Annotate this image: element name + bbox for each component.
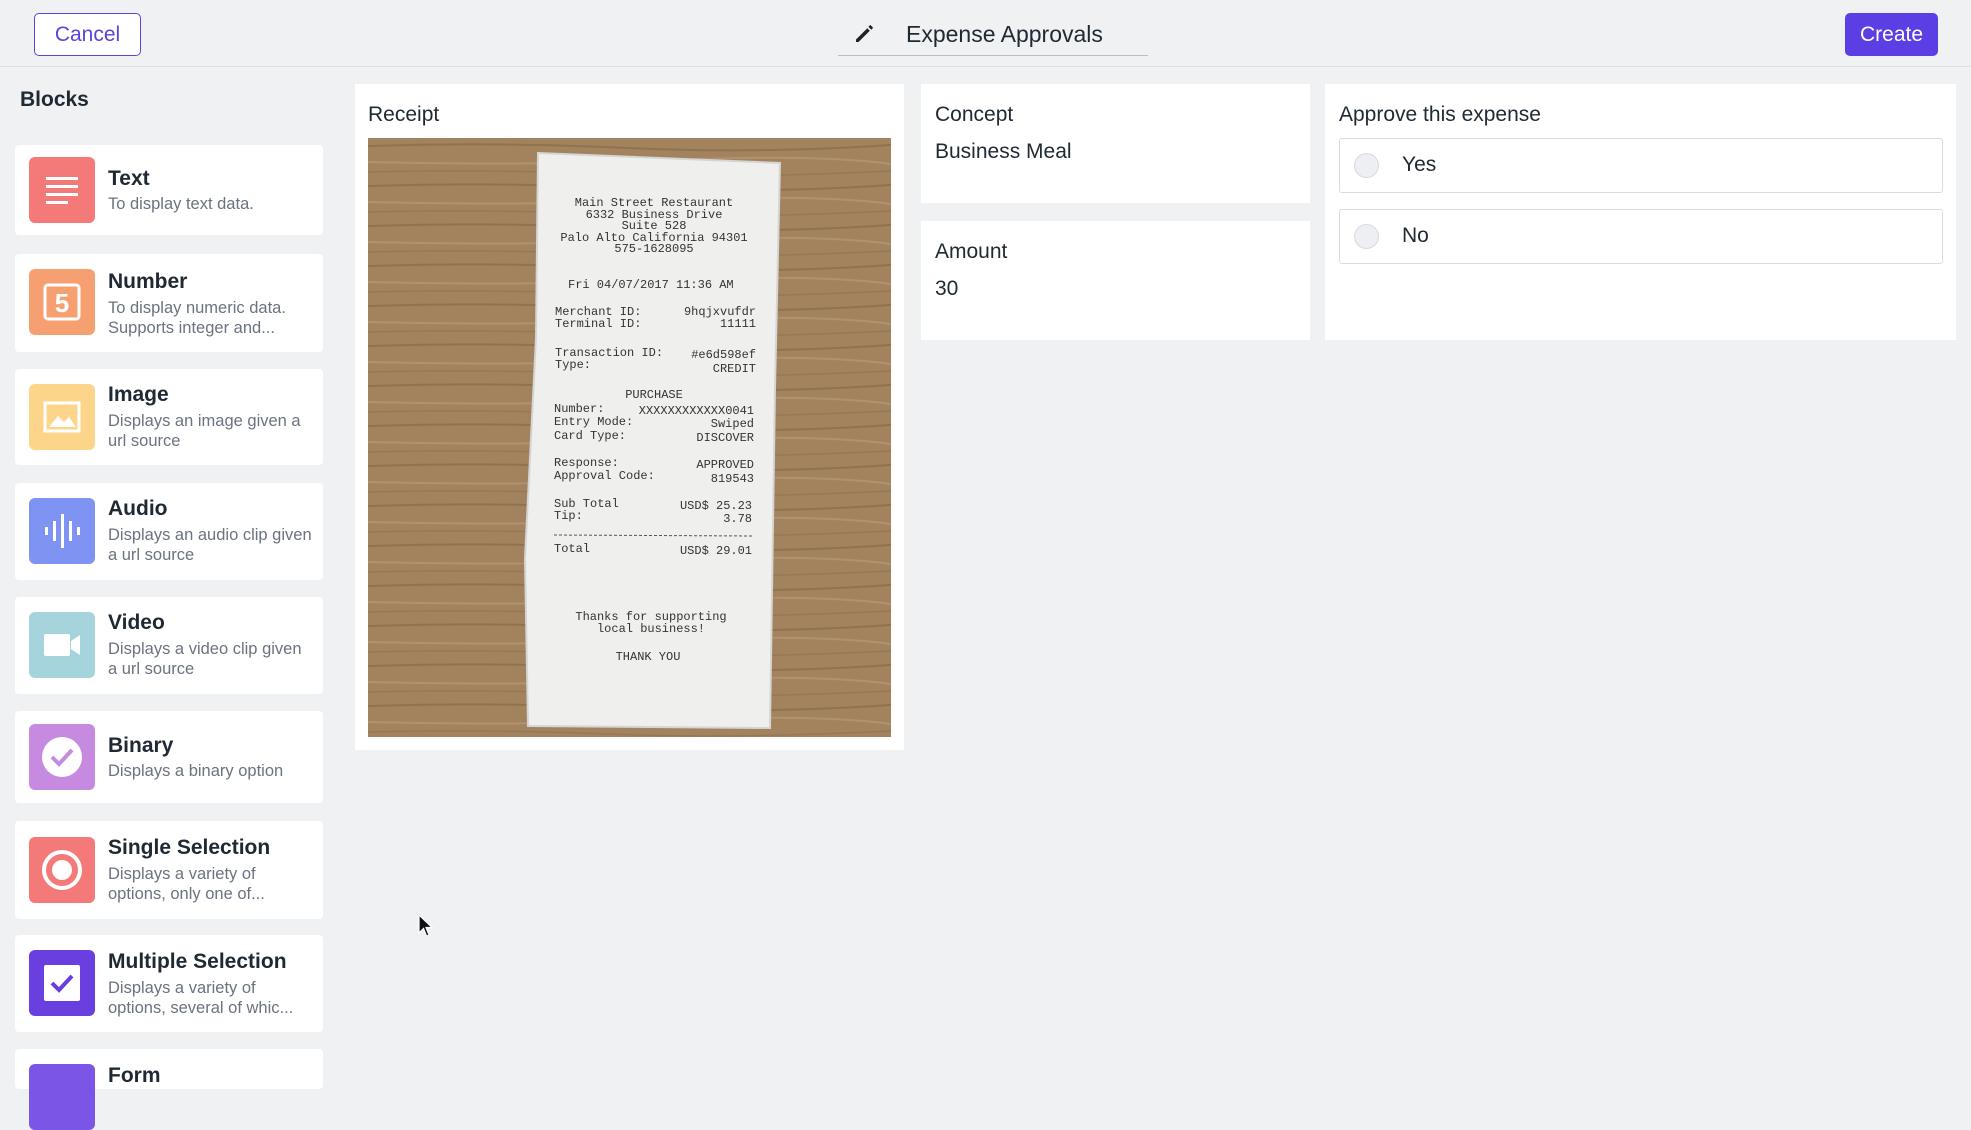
option-no[interactable]: No	[1339, 209, 1943, 264]
receipt-image: Main Street Restaurant 6332 Business Dri…	[368, 138, 891, 737]
block-name: Number	[108, 270, 188, 293]
block-audio[interactable]: Audio Displays an audio clip given a url…	[15, 483, 323, 580]
block-binary[interactable]: Binary Displays a binary option	[15, 711, 323, 803]
receipt-line: THANK YOU	[616, 650, 681, 664]
video-camera-icon	[29, 612, 95, 678]
amount-value: 30	[935, 277, 959, 300]
blocks-heading: Blocks	[20, 88, 89, 111]
form-icon	[29, 1064, 95, 1130]
receipt-line: PURCHASE	[625, 388, 683, 402]
receipt-line: Type:	[555, 358, 591, 372]
receipt-line: Total	[554, 542, 590, 556]
receipt-line: 819543	[711, 472, 754, 486]
amount-panel[interactable]	[921, 221, 1310, 340]
receipt-line: Swiped	[711, 417, 754, 431]
receipt-title: Receipt	[368, 103, 440, 126]
receipt-line: Entry Mode:	[554, 415, 633, 429]
block-number[interactable]: 5 Number To display numeric data. Suppor…	[15, 254, 323, 352]
block-description: Displays a variety of options, only one …	[108, 865, 265, 903]
block-name: Audio	[108, 497, 168, 520]
receipt-line: Terminal ID:	[555, 317, 641, 331]
block-description: To display numeric data. Supports intege…	[108, 299, 286, 337]
radio-button[interactable]	[1354, 224, 1379, 249]
receipt-line: #e6d598ef	[691, 348, 756, 362]
block-image[interactable]: Image Displays an image given a url sour…	[15, 369, 323, 465]
receipt-line: 11111	[720, 317, 756, 331]
approval-title: Approve this expense	[1339, 103, 1541, 126]
block-name: Form	[108, 1064, 161, 1087]
cancel-button[interactable]: Cancel	[34, 13, 141, 56]
receipt-line: APPROVED	[696, 458, 754, 472]
pencil-icon[interactable]	[852, 22, 876, 46]
block-description: To display text data.	[108, 195, 254, 213]
block-name: Video	[108, 611, 165, 634]
receipt-line: Response:	[554, 456, 619, 470]
create-button[interactable]: Create	[1845, 13, 1938, 56]
block-name: Image	[108, 383, 169, 406]
receipt-line: local business!	[597, 622, 705, 636]
svg-text:5: 5	[55, 288, 69, 318]
page-title[interactable]: Expense Approvals	[906, 21, 1103, 48]
option-label: No	[1402, 224, 1429, 247]
receipt-line: USD$ 29.01	[680, 544, 752, 558]
text-lines-icon	[29, 157, 95, 223]
audio-wave-icon	[29, 498, 95, 564]
receipt-line: CREDIT	[713, 362, 756, 376]
image-icon	[29, 384, 95, 450]
concept-title: Concept	[935, 103, 1014, 126]
concept-value: Business Meal	[935, 140, 1072, 163]
radio-button[interactable]	[1354, 153, 1379, 178]
block-description: Displays an image given a url source	[108, 412, 301, 450]
block-description: Displays a video clip given a url source	[108, 640, 302, 678]
receipt-line: USD$ 25.23	[680, 499, 752, 513]
block-single-selection[interactable]: Single Selection Displays a variety of o…	[15, 821, 323, 919]
option-label: Yes	[1402, 153, 1437, 176]
receipt-line: Tip:	[554, 509, 583, 523]
radio-icon	[29, 837, 95, 903]
receipt-line: 575-1628095	[614, 242, 693, 256]
block-description: Displays a variety of options, several o…	[108, 979, 294, 1017]
block-video[interactable]: Video Displays a video clip given a url …	[15, 597, 323, 694]
receipt-line: Fri 04/07/2017 11:36 AM	[568, 278, 734, 292]
receipt-line: Card Type:	[554, 429, 626, 443]
block-multiple-selection[interactable]: Multiple Selection Displays a variety of…	[15, 935, 323, 1032]
receipt-line: 3.78	[723, 512, 752, 526]
block-name: Binary	[108, 734, 174, 757]
block-name: Single Selection	[108, 836, 271, 859]
title-editor[interactable]: Expense Approvals	[838, 13, 1148, 56]
receipt-line: DISCOVER	[696, 431, 754, 445]
amount-title: Amount	[935, 240, 1008, 263]
block-description: Displays an audio clip given a url sourc…	[108, 526, 312, 564]
receipt-line: Approval Code:	[554, 469, 655, 483]
top-bar: Cancel Expense Approvals Create	[0, 0, 1971, 67]
receipt-line: Number:	[554, 402, 604, 416]
receipt-line: XXXXXXXXXXXX0041	[639, 404, 754, 418]
checkbox-icon	[29, 950, 95, 1016]
block-name: Multiple Selection	[108, 950, 287, 973]
block-description: Displays a binary option	[108, 762, 284, 780]
check-circle-icon	[29, 724, 95, 790]
block-text[interactable]: Text To display text data.	[15, 145, 323, 235]
block-form[interactable]: Form	[15, 1049, 323, 1130]
option-yes[interactable]: Yes	[1339, 138, 1943, 193]
mouse-cursor-icon	[418, 914, 434, 937]
block-name: Text	[108, 167, 150, 190]
number-five-icon: 5	[29, 269, 95, 335]
